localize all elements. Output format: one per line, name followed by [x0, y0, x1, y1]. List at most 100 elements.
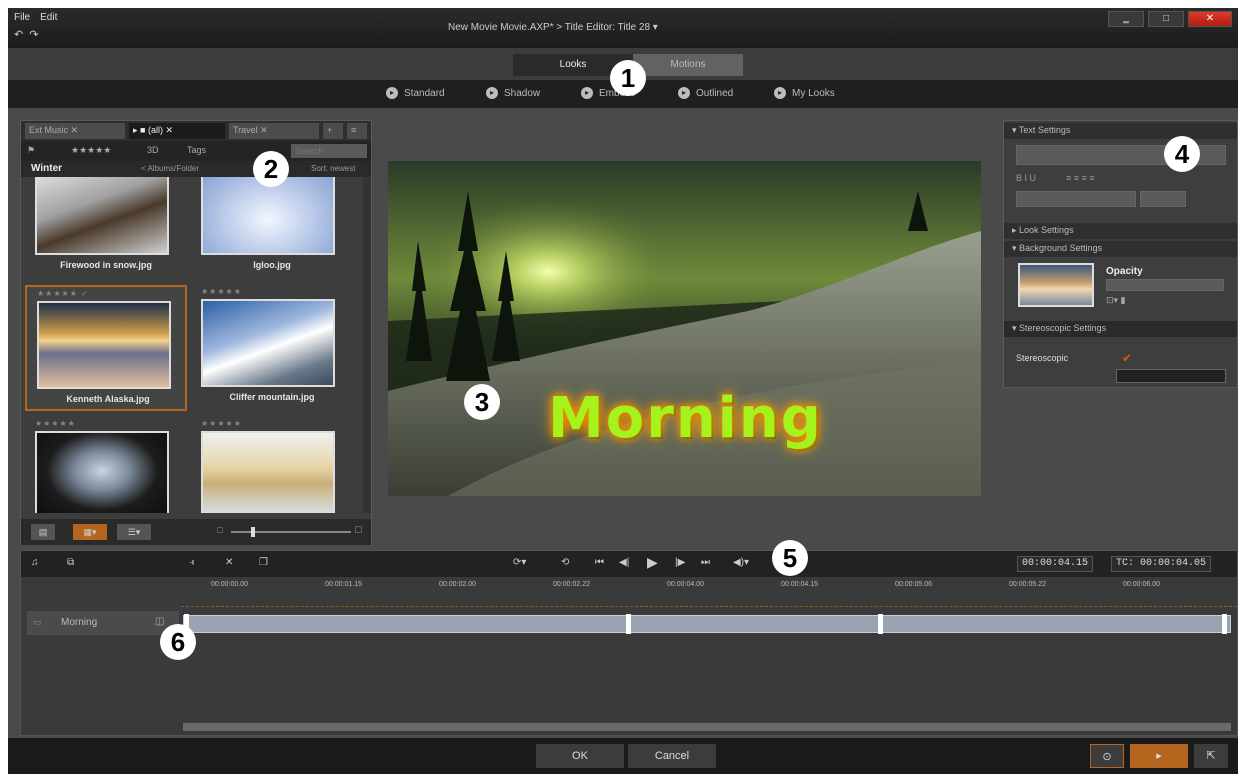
font-color-field[interactable]	[1140, 191, 1186, 207]
audio-icon[interactable]: ♫	[31, 557, 39, 568]
clip-keyframe[interactable]	[626, 614, 631, 634]
3d-filter[interactable]: 3D	[147, 145, 159, 155]
zoom-in-icon[interactable]: □	[355, 524, 362, 536]
undo-icon[interactable]: ↶	[14, 28, 23, 41]
library-tab-label: Ext Music	[29, 125, 69, 135]
library-tab-all[interactable]: ▸ ■ (all) ✕	[129, 123, 225, 139]
thumbnail-firewood[interactable]: Firewood in snow.jpg	[25, 177, 187, 279]
thumbnail-kenneth-alaska[interactable]: ★★★★★ ✓ Kenneth Alaska.jpg	[25, 285, 187, 411]
window-controls: ‗ □ ✕	[1108, 11, 1232, 27]
ruler-tick: 00:00:06.00	[1123, 581, 1160, 588]
callout-5: 5	[772, 540, 808, 576]
rating-stars[interactable]: ★★★★★	[35, 419, 76, 428]
slider-handle[interactable]	[251, 527, 255, 537]
filter-icon[interactable]: ⚑	[27, 145, 35, 156]
search-input[interactable]	[291, 144, 367, 158]
menu-edit[interactable]: Edit	[40, 12, 57, 23]
font-size-field[interactable]	[1016, 191, 1136, 207]
thumbnail-igloo[interactable]: Igloo.jpg	[191, 177, 353, 279]
close-button[interactable]: ✕	[1188, 11, 1232, 27]
copy-icon[interactable]: ❐	[259, 557, 268, 568]
repeat-icon[interactable]: ⟲	[561, 557, 569, 568]
title-bar: File Edit ↶ ↷ New Movie Movie.AXP* > Tit…	[8, 8, 1238, 48]
duration-timecode[interactable]: 00:00:04.15	[1017, 556, 1094, 572]
background-thumbnail[interactable]	[1018, 263, 1094, 307]
title-text-object[interactable]: Morning	[548, 386, 823, 451]
rating-stars[interactable]: ★★★★★ ✓	[37, 289, 89, 298]
rating-stars[interactable]: ★★★★★	[201, 419, 242, 428]
preview-canvas[interactable]: Morning	[388, 161, 981, 496]
redo-icon[interactable]: ↷	[29, 28, 38, 41]
section-label: Look Settings	[1019, 225, 1074, 235]
add-tab-icon[interactable]: +	[323, 123, 343, 139]
clip-keyframe[interactable]	[878, 614, 883, 634]
thumbnail-cave[interactable]: ★★★★★	[25, 417, 187, 513]
tab-motions[interactable]: Motions	[633, 54, 743, 76]
look-category-my-looks[interactable]: ▸ My Looks	[774, 87, 835, 99]
look-category-standard[interactable]: ▸ Standard	[386, 87, 445, 99]
library-scrollbar[interactable]	[363, 177, 371, 513]
grid-view-button[interactable]: ▦▾	[73, 524, 107, 540]
timeline-ruler[interactable]: 00:00:00.00 00:00:01.15 00:00:02.00 00:0…	[181, 577, 1237, 607]
look-category-outlined[interactable]: ▸ Outlined	[678, 87, 733, 99]
step-forward-icon[interactable]: |▶	[675, 557, 685, 568]
zoom-out-icon[interactable]: □	[217, 525, 222, 535]
text-style-buttons[interactable]: B I U ≡ ≡ ≡ ≡	[1016, 173, 1095, 183]
section-label: Text Settings	[1018, 125, 1071, 135]
chevron-right-icon: ▸	[581, 87, 593, 99]
thumbnail-image	[201, 299, 335, 387]
step-back-icon[interactable]: ◀|	[619, 557, 629, 568]
maximize-button[interactable]: □	[1148, 11, 1184, 27]
fullscreen-preview-icon[interactable]: ⊙	[1090, 744, 1124, 768]
thumbnail-size-slider[interactable]	[231, 527, 351, 537]
list-view-button[interactable]: ☰▾	[117, 524, 151, 540]
breadcrumb-path[interactable]: < Albums/Folder	[141, 164, 199, 173]
library-filter-bar: ⚑ ★★★★★ 3D Tags	[21, 141, 371, 161]
track-name: Morning	[61, 617, 98, 628]
look-settings-header[interactable]: ▸ Look Settings	[1004, 223, 1237, 239]
background-settings-header[interactable]: ▾ Background Settings	[1004, 241, 1237, 257]
minimize-button[interactable]: ‗	[1108, 11, 1144, 27]
library-tab-strip: Ext Music ✕ ▸ ■ (all) ✕ Travel ✕ + ≡	[21, 121, 371, 141]
current-timecode[interactable]: TC: 00:00:04.05	[1111, 556, 1212, 572]
look-category-shadow[interactable]: ▸ Shadow	[486, 87, 540, 99]
menu-file[interactable]: File	[14, 12, 30, 23]
track-toggle-icon[interactable]: ◫	[155, 616, 164, 627]
thumbnail-cliffer-mountain[interactable]: ★★★★★ Cliffer mountain.jpg	[191, 285, 353, 411]
play-icon[interactable]: ▶	[647, 554, 658, 571]
library-tab-ext-music[interactable]: Ext Music ✕	[25, 123, 125, 139]
background-options-icon[interactable]: ⊡▾ ▮	[1106, 295, 1126, 306]
stereo-depth-slider[interactable]	[1116, 369, 1226, 383]
opacity-slider[interactable]	[1106, 279, 1224, 291]
cancel-button[interactable]: Cancel	[628, 744, 716, 768]
sort-dropdown[interactable]: Sort: newest	[311, 164, 355, 173]
thumbnail-polar-bear[interactable]: ★★★★★	[191, 417, 353, 513]
stereoscopic-checkbox[interactable]: ✔	[1122, 351, 1132, 365]
loop-mode-icon[interactable]: ⟳▾	[513, 557, 526, 568]
folder-name[interactable]: Winter	[31, 163, 62, 174]
mode-toggle-button[interactable]: ▸	[1130, 744, 1188, 768]
ruler-tick: 00:00:05.22	[1009, 581, 1046, 588]
stereoscopic-settings-header[interactable]: ▾ Stereoscopic Settings	[1004, 321, 1237, 337]
go-to-end-icon[interactable]: ⏭	[701, 557, 710, 568]
rating-stars[interactable]: ★★★★★	[201, 287, 242, 296]
text-settings-header[interactable]: ▾ Text Settings	[1004, 123, 1237, 139]
ruler-tick: 00:00:04.15	[781, 581, 818, 588]
volume-icon[interactable]: ◀)▾	[733, 557, 749, 568]
delete-icon[interactable]: ✕	[225, 557, 233, 568]
ok-button[interactable]: OK	[536, 744, 624, 768]
tags-filter[interactable]: Tags	[187, 145, 206, 155]
align-icon[interactable]: ⫣	[189, 557, 195, 568]
go-to-start-icon[interactable]: ⏮	[595, 557, 604, 568]
folder-icon[interactable]: ▤	[31, 524, 55, 540]
bottom-bar: OK Cancel ⊙ ▸ ⇱	[8, 738, 1238, 774]
title-clip[interactable]	[183, 614, 1231, 634]
rating-filter[interactable]: ★★★★★	[71, 145, 111, 156]
export-icon[interactable]: ⇱	[1194, 744, 1228, 768]
snap-icon[interactable]: ⧉	[67, 557, 74, 568]
track-header[interactable]: ▭ Morning ◫	[27, 611, 179, 635]
library-menu-icon[interactable]: ≡	[347, 123, 367, 139]
clip-end-handle[interactable]	[1222, 614, 1227, 634]
library-tab-travel[interactable]: Travel ✕	[229, 123, 319, 139]
timeline-scrollbar[interactable]	[183, 723, 1231, 731]
